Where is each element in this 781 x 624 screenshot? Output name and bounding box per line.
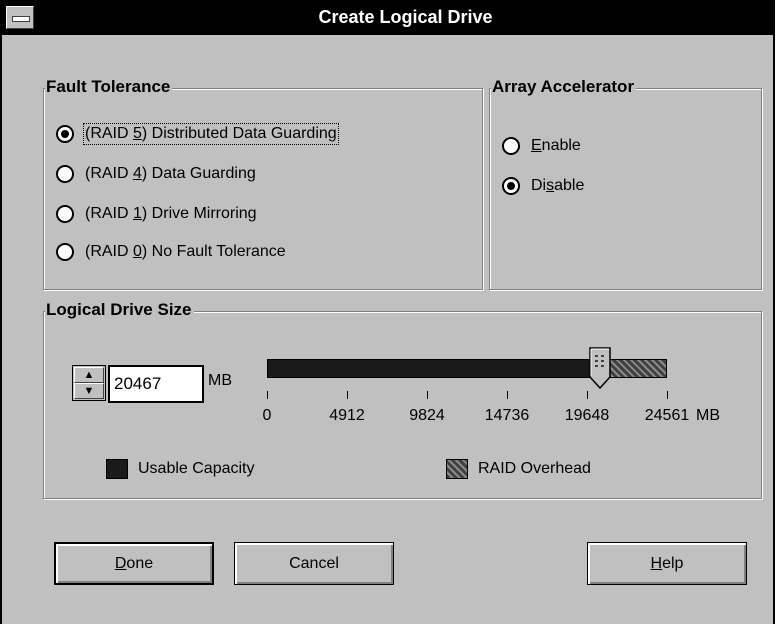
radio-raid-5[interactable]: (RAID 5) Distributed Data Guarding <box>56 123 339 145</box>
raid-overhead-swatch <box>446 459 468 479</box>
logical-drive-size-label: Logical Drive Size <box>45 300 194 320</box>
window-title: Create Logical Drive <box>318 7 493 27</box>
size-unit-label: MB <box>208 372 232 389</box>
array-accelerator-label: Array Accelerator <box>491 77 637 97</box>
slider-thumb[interactable] <box>589 347 612 389</box>
radio-label: (RAID 5) Distributed Data Guarding <box>83 123 339 145</box>
arrow-up-icon: ▲ <box>83 369 95 381</box>
radio-button[interactable] <box>502 137 520 155</box>
scale-tick <box>267 391 268 399</box>
spin-up-button[interactable]: ▲ <box>74 367 104 383</box>
usable-capacity-legend: Usable Capacity <box>138 460 255 477</box>
scale-tick-label: 19648 <box>564 407 610 424</box>
drive-size-input[interactable]: 20467 <box>108 365 204 403</box>
scale-tick-label: 0 <box>262 407 272 424</box>
radio-button[interactable] <box>56 165 74 183</box>
scale-tick <box>587 391 588 399</box>
create-logical-drive-dialog: Create Logical Drive Fault Tolerance (RA… <box>0 0 775 624</box>
radio-label: (RAID 4) Data Guarding <box>85 165 256 182</box>
radio-raid-4[interactable]: (RAID 4) Data Guarding <box>56 163 256 185</box>
system-menu-button[interactable] <box>6 6 34 29</box>
fault-tolerance-group: Fault Tolerance (RAID 5) Distributed Dat… <box>43 77 483 290</box>
radio-button[interactable] <box>56 125 74 143</box>
scale-tick-label: 14736 <box>484 407 530 424</box>
help-button[interactable]: Help <box>587 542 747 585</box>
scale-tick <box>427 391 428 399</box>
scale-unit-label: MB <box>696 407 720 424</box>
system-menu-icon <box>12 16 30 22</box>
scale-tick <box>667 391 668 399</box>
title-bar[interactable]: Create Logical Drive <box>2 2 773 35</box>
done-button[interactable]: Done <box>54 542 214 585</box>
radio-button[interactable] <box>56 205 74 223</box>
radio-button[interactable] <box>502 177 520 195</box>
radio-label: (RAID 0) No Fault Tolerance <box>85 243 286 260</box>
radio-label: Enable <box>531 137 581 154</box>
usable-capacity-bar <box>268 360 600 377</box>
usable-capacity-swatch <box>106 459 128 479</box>
array-accelerator-group: Array Accelerator Enable Disable <box>489 77 762 290</box>
scale-tick <box>507 391 508 399</box>
scale-tick-label: 4912 <box>329 407 365 424</box>
fault-tolerance-label: Fault Tolerance <box>45 77 173 97</box>
radio-raid-1[interactable]: (RAID 1) Drive Mirroring <box>56 203 257 225</box>
radio-raid-0[interactable]: (RAID 0) No Fault Tolerance <box>56 241 286 263</box>
scale-tick-label: 9824 <box>409 407 445 424</box>
arrow-down-icon: ▼ <box>83 385 95 397</box>
scale-tick-label: 24561 <box>644 407 690 424</box>
spin-down-button[interactable]: ▼ <box>74 383 104 399</box>
cancel-button[interactable]: Cancel <box>234 542 394 585</box>
radio-disable[interactable]: Disable <box>502 175 584 197</box>
radio-button[interactable] <box>56 243 74 261</box>
size-spinner[interactable]: ▲ ▼ <box>72 365 106 401</box>
scale-tick <box>347 391 348 399</box>
radio-enable[interactable]: Enable <box>502 135 581 157</box>
radio-label: Disable <box>531 177 585 194</box>
radio-label: (RAID 1) Drive Mirroring <box>85 205 257 222</box>
raid-overhead-legend: RAID Overhead <box>478 460 591 477</box>
